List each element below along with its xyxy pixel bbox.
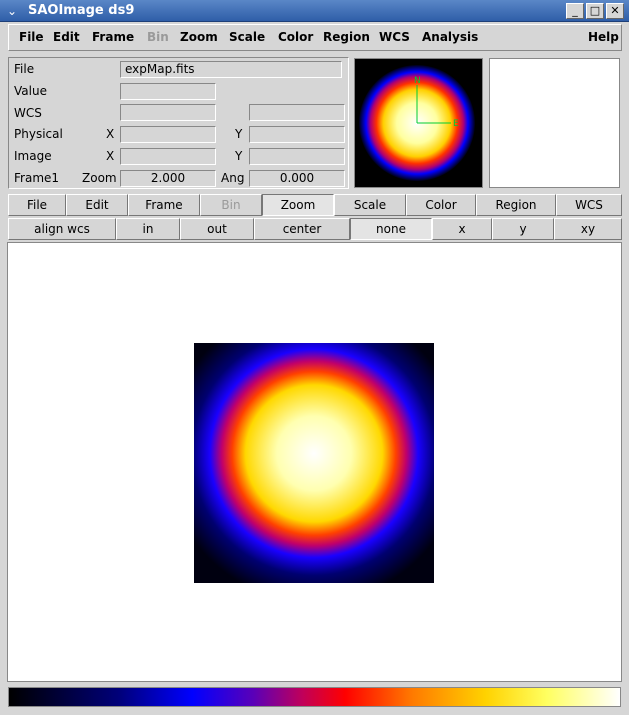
panner[interactable]: N E	[354, 58, 483, 188]
buttonbar-main: File Edit Frame Bin Zoom Scale Color Reg…	[6, 194, 622, 216]
close-icon[interactable]: ✕	[606, 3, 624, 19]
button-edit[interactable]: Edit	[66, 194, 128, 216]
maximize-icon[interactable]: □	[586, 3, 604, 19]
menu-bar: File Edit Frame Bin Zoom Scale Color Reg…	[8, 24, 622, 51]
button-none[interactable]: none	[350, 218, 432, 240]
button-center[interactable]: center	[254, 218, 350, 240]
title-bar: ⌄ SAOImage ds9 _ □ ✕	[0, 0, 629, 22]
north-label: N	[414, 76, 421, 86]
wcs-field	[120, 104, 216, 121]
buttonbar-zoom: align wcs in out center none x y xy	[6, 218, 622, 240]
physical-x-field	[120, 126, 216, 143]
button-y[interactable]: y	[492, 218, 554, 240]
image-x-label: X	[106, 149, 115, 163]
colorbar[interactable]	[8, 687, 621, 707]
button-zoom-out[interactable]: out	[180, 218, 254, 240]
frame-label: Frame1	[14, 171, 60, 185]
panner-thumbnail: N E	[355, 59, 482, 187]
physical-label: Physical	[14, 127, 63, 141]
menu-scale[interactable]: Scale	[229, 30, 265, 44]
menu-wcs[interactable]: WCS	[379, 30, 410, 44]
wcs-field-2	[249, 104, 345, 121]
button-scale[interactable]: Scale	[334, 194, 406, 216]
fits-image	[194, 343, 434, 583]
minimize-icon[interactable]: _	[566, 3, 584, 19]
file-field: expMap.fits	[120, 61, 342, 78]
button-bin[interactable]: Bin	[200, 194, 262, 216]
button-color[interactable]: Color	[406, 194, 476, 216]
button-x[interactable]: x	[432, 218, 492, 240]
ang-field: 0.000	[249, 170, 345, 187]
file-label: File	[14, 62, 35, 76]
zoom-label: Zoom	[82, 171, 117, 185]
menu-edit[interactable]: Edit	[53, 30, 80, 44]
physical-x-label: X	[106, 127, 115, 141]
image-x-field	[120, 148, 216, 165]
east-label: E	[453, 119, 459, 129]
info-panel: File expMap.fits Value WCS Physical X Y …	[8, 57, 349, 189]
menu-zoom[interactable]: Zoom	[180, 30, 218, 44]
physical-y-label: Y	[235, 127, 243, 141]
wcs-label: WCS	[14, 106, 42, 120]
magnifier	[489, 58, 620, 188]
window-menu-icon[interactable]: ⌄	[4, 3, 20, 19]
menu-color[interactable]: Color	[278, 30, 313, 44]
ang-label: Ang	[221, 171, 245, 185]
menu-help[interactable]: Help	[588, 30, 619, 44]
button-xy[interactable]: xy	[554, 218, 622, 240]
image-canvas[interactable]	[7, 242, 622, 682]
image-y-field	[249, 148, 345, 165]
menu-bin[interactable]: Bin	[147, 30, 169, 44]
menu-analysis[interactable]: Analysis	[422, 30, 478, 44]
button-frame[interactable]: Frame	[128, 194, 200, 216]
value-label: Value	[14, 84, 47, 98]
image-y-label: Y	[235, 149, 243, 163]
button-wcs[interactable]: WCS	[556, 194, 622, 216]
value-field	[120, 83, 216, 100]
button-region[interactable]: Region	[476, 194, 556, 216]
menu-frame[interactable]: Frame	[92, 30, 134, 44]
image-label: Image	[14, 149, 52, 163]
button-zoom-in[interactable]: in	[116, 218, 180, 240]
button-zoom[interactable]: Zoom	[262, 194, 334, 216]
window-title: SAOImage ds9	[28, 3, 135, 18]
button-align-wcs[interactable]: align wcs	[8, 218, 116, 240]
zoom-field: 2.000	[120, 170, 216, 187]
physical-y-field	[249, 126, 345, 143]
menu-region[interactable]: Region	[323, 30, 370, 44]
button-file[interactable]: File	[8, 194, 66, 216]
menu-file[interactable]: File	[19, 30, 44, 44]
